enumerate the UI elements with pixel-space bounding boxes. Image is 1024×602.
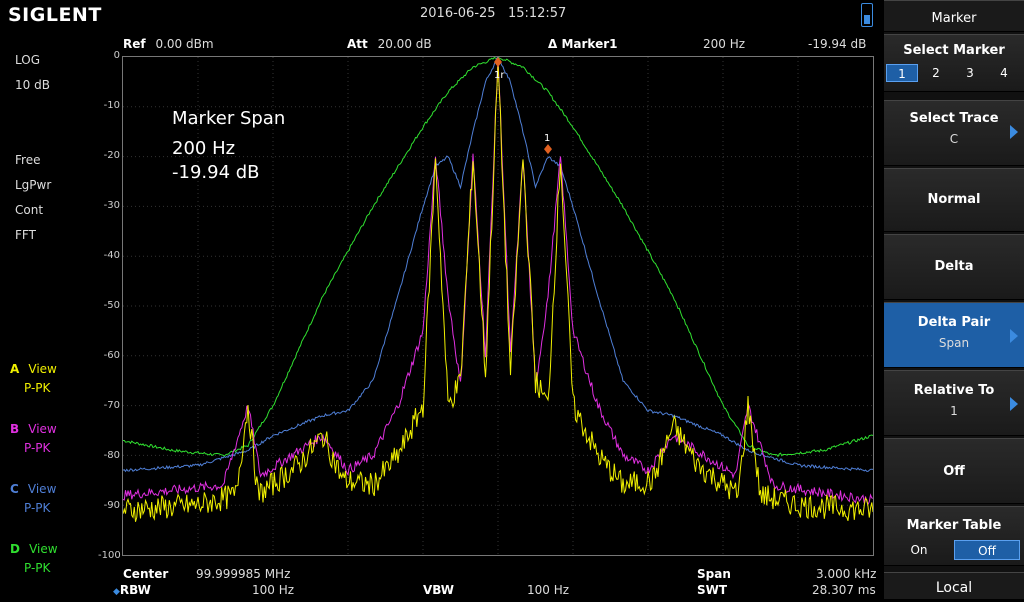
att-label: Att — [347, 37, 368, 51]
annotation-title: Marker Span — [172, 108, 286, 129]
trace-c-detector: P-PK — [24, 501, 51, 515]
trace-a-info[interactable]: A View P-PK — [10, 358, 57, 395]
marker-3-option[interactable]: 3 — [954, 64, 986, 82]
trace-d-info[interactable]: D View P-PK — [10, 538, 58, 575]
marker-readout-label: Δ Marker1 — [548, 37, 618, 51]
span-label: Span — [697, 567, 731, 581]
delta-pair-button[interactable]: Delta Pair Span — [884, 302, 1024, 368]
relative-to-label: Relative To — [913, 383, 995, 398]
menu-title: Marker — [884, 0, 1024, 32]
ref-value: 0.00 dBm — [155, 37, 214, 51]
center-value[interactable]: 99.999985 MHz — [196, 567, 290, 581]
marker-4-option[interactable]: 4 — [988, 64, 1020, 82]
trace-c-info[interactable]: C View P-PK — [10, 478, 56, 515]
relative-to-value: 1 — [950, 404, 958, 418]
y-tick-label: -30 — [103, 200, 120, 211]
spectrum-plot[interactable]: 1r 1 — [122, 56, 874, 556]
attenuation[interactable]: Att 20.00 dB — [347, 37, 432, 51]
y-tick-label: 0 — [113, 50, 120, 61]
marker-table-off-option[interactable]: Off — [954, 540, 1020, 560]
span-value[interactable]: 3.000 kHz — [816, 567, 876, 581]
scale-div: 10 dB — [15, 78, 50, 92]
normal-button[interactable]: Normal — [884, 168, 1024, 232]
ref-level[interactable]: Ref 0.00 dBm — [123, 37, 214, 51]
marker-table-label: Marker Table — [906, 518, 1002, 533]
submenu-arrow-icon — [1010, 329, 1018, 343]
trigger-mode: Free — [15, 153, 41, 167]
marker-readout-amp: -19.94 dB — [808, 37, 867, 51]
rbw-value[interactable]: 100 Hz — [252, 583, 294, 597]
trace-d-detector: P-PK — [24, 561, 51, 575]
trace-b-info[interactable]: B View P-PK — [10, 418, 57, 455]
local-button[interactable]: Local — [884, 572, 1024, 600]
marker-2-option[interactable]: 2 — [920, 64, 952, 82]
scale-type: LOG — [15, 53, 41, 67]
marker-1-label: 1 — [544, 133, 550, 144]
annotation-freq: 200 Hz — [172, 138, 236, 159]
swt-value[interactable]: 28.307 ms — [812, 583, 876, 597]
y-tick-label: -60 — [103, 350, 120, 361]
trace-b-mode: View — [28, 422, 57, 436]
y-tick-label: -40 — [103, 250, 120, 261]
sweep-type: FFT — [15, 228, 36, 242]
y-tick-label: -10 — [103, 100, 120, 111]
submenu-arrow-icon — [1010, 125, 1018, 139]
select-trace-button[interactable]: Select Trace C — [884, 100, 1024, 166]
brand-logo: SIGLENT — [8, 4, 102, 26]
off-button[interactable]: Off — [884, 438, 1024, 504]
y-tick-label: -20 — [103, 150, 120, 161]
delta-button[interactable]: Delta — [884, 234, 1024, 300]
swt-label: SWT — [697, 583, 728, 597]
spectrum-chart: 1r 1 — [123, 57, 873, 555]
rbw-label: ◆RBW — [113, 583, 151, 597]
select-marker-label: Select Marker — [903, 43, 1005, 58]
delta-pair-value: Span — [938, 336, 970, 350]
marker-table-on-option[interactable]: On — [886, 540, 952, 560]
y-tick-label: -80 — [103, 450, 120, 461]
y-tick-label: -90 — [103, 500, 120, 511]
average-type: LgPwr — [15, 178, 52, 192]
marker-1r-label: 1r — [494, 70, 505, 81]
att-value: 20.00 dB — [377, 37, 432, 51]
trace-b-letter: B — [10, 422, 20, 436]
sweep-mode: Cont — [15, 203, 44, 217]
trace-a-detector: P-PK — [24, 381, 51, 395]
select-trace-value: C — [949, 132, 959, 146]
trace-c-letter: C — [10, 482, 19, 496]
trace-a-mode: View — [28, 362, 57, 376]
y-tick-label: -50 — [103, 300, 120, 311]
trace-c-mode: View — [27, 482, 57, 496]
vbw-label: VBW — [423, 583, 455, 597]
relative-to-button[interactable]: Relative To 1 — [884, 370, 1024, 436]
submenu-arrow-icon — [1010, 397, 1018, 411]
ref-label: Ref — [123, 37, 146, 51]
select-marker-button[interactable]: Select Marker — [884, 34, 1024, 92]
marker-1-icon — [544, 144, 552, 155]
usb-storage-icon — [861, 3, 873, 27]
marker-1-option[interactable]: 1 — [886, 64, 918, 82]
select-trace-label: Select Trace — [909, 111, 999, 126]
vbw-value[interactable]: 100 Hz — [527, 583, 569, 597]
trace-d-letter: D — [10, 542, 20, 556]
annotation-amp: -19.94 dB — [172, 162, 260, 183]
y-tick-label: -70 — [103, 400, 120, 411]
marker-readout-freq: 200 Hz — [703, 37, 746, 51]
datetime: 2016-06-25 15:12:57 — [420, 6, 567, 21]
center-label: Center — [123, 567, 169, 581]
delta-pair-label: Delta Pair — [917, 315, 991, 330]
trace-b-detector: P-PK — [24, 441, 51, 455]
trace-a-letter: A — [10, 362, 20, 376]
trace-d-mode: View — [29, 542, 58, 556]
y-tick-label: -100 — [98, 550, 121, 561]
